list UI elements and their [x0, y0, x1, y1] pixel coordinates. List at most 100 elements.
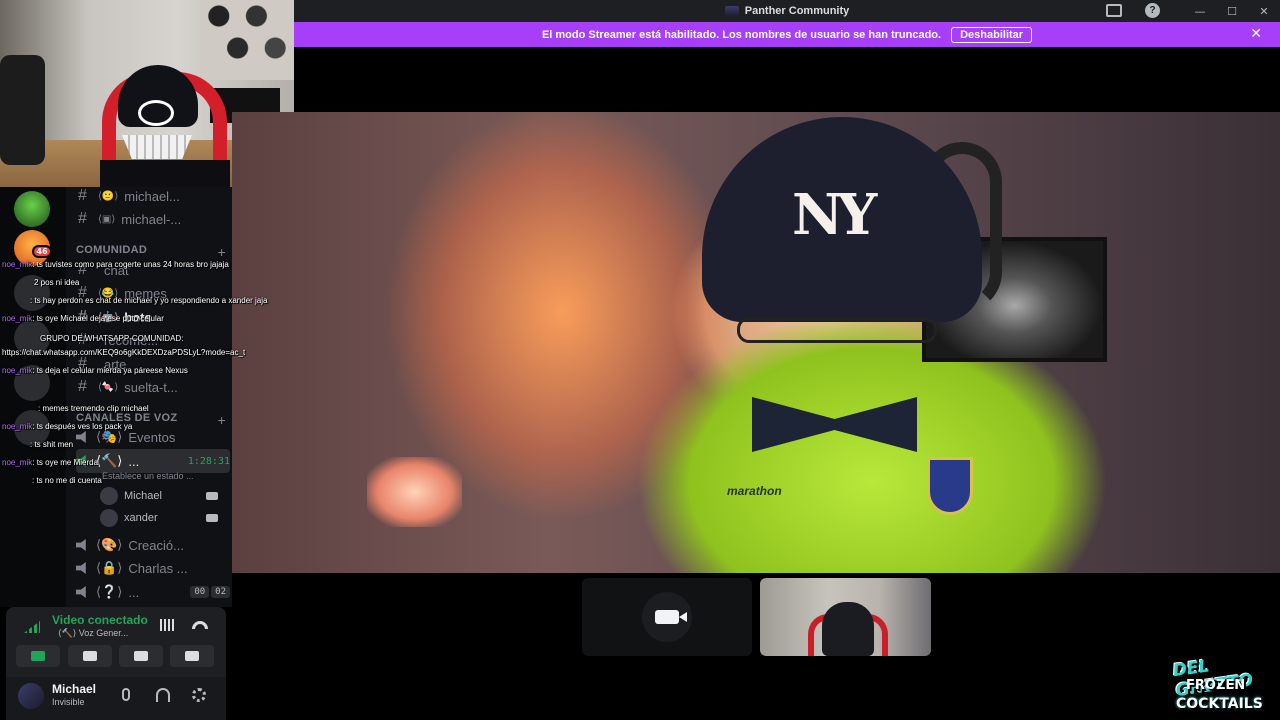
text-channel-icon: # — [78, 210, 87, 227]
avatar — [100, 509, 118, 527]
voice-channel-item[interactable]: ⟨❔⟩ ... 00 02 — [76, 580, 230, 604]
channel-emoji: ⟨🎭⟩ — [96, 429, 123, 444]
bow-tie — [752, 397, 917, 452]
noise-suppression-icon[interactable] — [160, 619, 176, 631]
channel-name: ... — [128, 453, 140, 469]
soundboard-button[interactable] — [170, 645, 214, 667]
participant-tile-video[interactable] — [760, 578, 931, 656]
discord-sidebar: 46 # ⟨🙂⟩ michael... # ⟨▣⟩ michael-... CO… — [0, 187, 232, 607]
chat-message: noe_mik: ts oye Michael deja ese puto ce… — [2, 314, 164, 323]
minimize-button[interactable]: — — [1184, 0, 1216, 22]
close-window-button[interactable]: ✕ — [1248, 0, 1280, 22]
disconnect-icon[interactable] — [192, 621, 208, 629]
maximize-button[interactable]: ☐ — [1216, 0, 1248, 22]
channel-name: michael-... — [121, 211, 182, 227]
channel-name: michael... — [124, 188, 180, 204]
chat-message: noe_mik: ts oye me Mierda — [2, 458, 98, 467]
background-chair — [0, 55, 45, 165]
stage-header-area — [294, 47, 1280, 112]
tile-person — [822, 602, 874, 656]
channel-item[interactable]: # ⟨▣⟩ michael-... — [78, 208, 230, 230]
channel-name: suelta-t... — [124, 379, 178, 395]
voice-user[interactable]: Michael — [100, 486, 218, 506]
cap-shelf — [200, 0, 294, 80]
channel-name: Charlas ... — [128, 560, 188, 576]
channel-emoji: ⟨▣⟩ — [98, 213, 116, 225]
voice-channel-item[interactable]: ⟨🎨⟩ Creació... — [76, 533, 230, 557]
channel-emoji: ⟨❔⟩ — [96, 584, 123, 599]
channel-emoji: ⟨🔒⟩ — [96, 560, 123, 575]
channel-name: Eventos — [128, 429, 176, 445]
chat-user: noe_mik — [2, 314, 33, 323]
help-icon[interactable]: ? — [1145, 3, 1160, 18]
connection-signal-icon[interactable] — [24, 621, 40, 633]
channel-status[interactable]: Establece un estado ... — [102, 471, 194, 481]
user-status: Invisible — [52, 697, 85, 707]
speaker-icon — [76, 431, 86, 443]
user-count: 00 — [190, 586, 210, 598]
banner-message: El modo Streamer está habilitado. Los no… — [541, 28, 942, 41]
chat-text: GRUPO DE WHATSAPP-COMUNIDAD: — [40, 334, 184, 343]
video-camera-icon — [206, 492, 218, 500]
banner-close-icon[interactable]: ✕ — [1250, 26, 1262, 42]
channel-item[interactable]: # ⟨🍬⟩ suelta-t... — [78, 376, 230, 398]
category-community[interactable]: COMUNIDAD + — [76, 244, 226, 260]
video-camera-icon — [206, 514, 218, 522]
screen-share-icon — [83, 651, 97, 661]
voice-connection-panel: Video conectado ⟨🔨⟩ Voz Gener... — [6, 607, 226, 677]
window-controls: — ☐ ✕ — [1184, 0, 1280, 22]
chat-user: noe_mik — [2, 422, 33, 431]
voice-channel-item[interactable]: ⟨🔒⟩ Charlas ... — [76, 556, 230, 580]
streamer-mode-banner: El modo Streamer está habilitado. Los no… — [294, 22, 1280, 47]
headphones-icon[interactable] — [156, 688, 170, 702]
gear-icon[interactable] — [192, 688, 206, 702]
speaker-icon — [76, 539, 86, 551]
microphone-icon[interactable] — [122, 688, 130, 701]
jersey-sponsor-logo: marathon — [727, 484, 782, 498]
participant-tile-camera-off[interactable] — [582, 578, 752, 656]
disable-streamer-mode-button[interactable]: Deshabilitar — [951, 26, 1033, 43]
channel-emoji: ⟨🙂⟩ — [98, 190, 119, 202]
ny-logo: NY — [792, 182, 877, 248]
window-title-text: Panther Community — [744, 5, 850, 17]
speaker-icon — [76, 562, 86, 574]
channel-item[interactable]: # ⟨🙂⟩ michael... — [78, 187, 230, 207]
category-label: COMUNIDAD — [76, 244, 148, 256]
voice-status-title[interactable]: Video conectado — [52, 613, 148, 627]
cap-logo — [138, 100, 174, 126]
user-panel: Michael Invisible — [6, 677, 226, 720]
channel-name: Creació... — [128, 537, 184, 553]
screen-share-button[interactable] — [68, 645, 112, 667]
mention-badge: 46 — [32, 245, 52, 258]
inbox-icon[interactable] — [1106, 4, 1122, 17]
channel-emoji: ⟨🔨⟩ — [96, 453, 123, 468]
chat-message: : ts shit men — [30, 440, 73, 449]
jersey-crest — [927, 457, 973, 515]
chat-message: noe_mik: ts tuvistes como para cogerte u… — [2, 260, 229, 269]
speaker-icon — [76, 586, 86, 598]
add-channel-icon[interactable]: + — [218, 244, 226, 260]
brand-line-2: FROZEN — [1186, 678, 1246, 693]
chat-text: : ts tuvistes como para cogerte unas 24 … — [32, 260, 229, 269]
chat-text: : ts hay perdon es chat de michael y yo … — [30, 296, 268, 305]
camera-button[interactable] — [16, 645, 60, 667]
text-channel-icon: # — [78, 378, 87, 395]
avatar[interactable] — [18, 683, 44, 709]
avatar — [100, 487, 118, 505]
voice-user[interactable]: xander — [100, 508, 218, 528]
activities-button[interactable] — [119, 645, 163, 667]
main-video-stream[interactable]: NY marathon — [232, 112, 1280, 573]
chat-text: : ts shit men — [30, 440, 74, 449]
voice-channel-connected[interactable]: ⟨🔨⟩ ... 1:28:31 — [76, 449, 230, 473]
window-title: Panther Community — [724, 5, 850, 17]
chat-user: noe_mik — [2, 366, 33, 375]
glasses — [737, 317, 937, 343]
video-camera-icon — [31, 651, 45, 661]
server-rail: 46 — [0, 187, 66, 607]
video-camera-icon — [655, 610, 687, 624]
server-avatar[interactable] — [14, 191, 50, 227]
chat-text: : ts oye me Mierda — [32, 458, 99, 467]
voice-channel-link[interactable]: ⟨🔨⟩ Voz Gener... — [58, 628, 128, 639]
chat-text: : ts oye Michael deja ese puto celular — [32, 314, 164, 323]
user-name[interactable]: Michael — [52, 682, 96, 696]
